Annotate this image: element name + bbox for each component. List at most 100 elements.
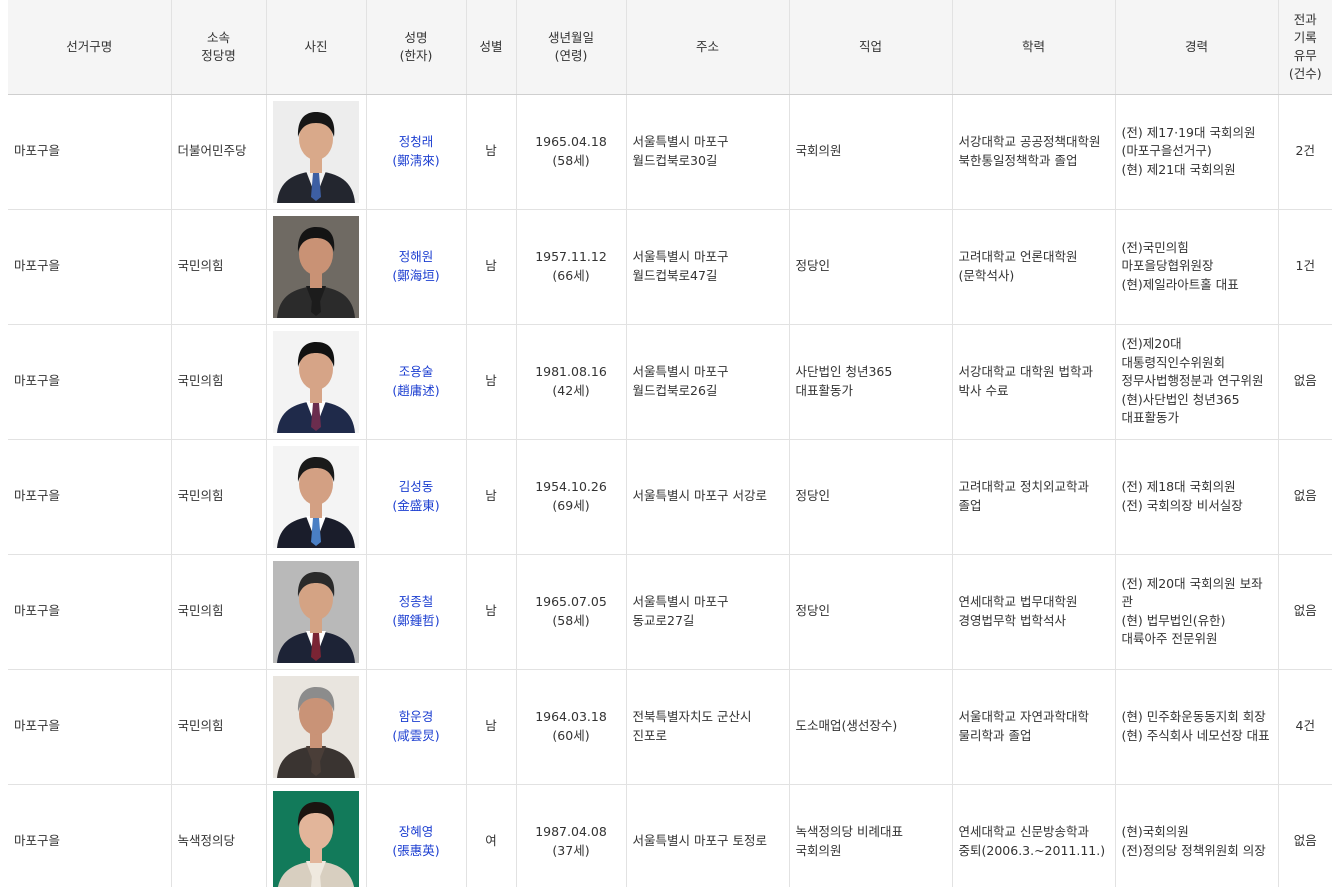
table-row: 마포구을 국민의힘 함운경 (咸雲炅) 남 1964.03.18 (60세) 전…: [8, 669, 1332, 785]
gender-cell: 남: [466, 554, 517, 670]
name-cell: 정청래 (鄭淸來): [366, 94, 467, 210]
career-cell: (현)국회의원 (전)정의당 정책위원회 의장: [1115, 784, 1279, 887]
header-education: 학력: [952, 0, 1116, 95]
party-cell: 더불어민주당: [171, 94, 267, 210]
gender-cell: 남: [466, 209, 517, 325]
table-row: 마포구을 국민의힘 김성동 (金盛東) 남 1954.10.26 (69세) 서…: [8, 439, 1332, 555]
candidate-photo: [272, 445, 359, 548]
photo-cell: [266, 554, 367, 670]
age: (66세): [552, 267, 590, 283]
name-cell: 김성동 (金盛東): [366, 439, 467, 555]
job-cell: 정당인: [789, 554, 953, 670]
record-cell: 없음: [1278, 324, 1332, 440]
district-cell: 마포구을: [8, 209, 172, 325]
career-cell: (전) 제20대 국회의원 보좌관 (현) 법무법인(유한) 대륙아주 전문위원: [1115, 554, 1279, 670]
career-cell: (전) 제17·19대 국회의원 (마포구을선거구) (현) 제21대 국회의원: [1115, 94, 1279, 210]
age: (37세): [552, 842, 590, 858]
birth-cell: 1964.03.18 (60세): [516, 669, 627, 785]
job-cell: 정당인: [789, 439, 953, 555]
record-cell: 1건: [1278, 209, 1332, 325]
education-cell: 서강대학교 공공정책대학원 북한통일정책학과 졸업: [952, 94, 1116, 210]
candidate-name-link[interactable]: 정해원: [373, 248, 460, 267]
district-cell: 마포구을: [8, 784, 172, 887]
job-cell: 녹색정의당 비례대표 국회의원: [789, 784, 953, 887]
candidate-name-link[interactable]: 김성동: [373, 478, 460, 497]
age: (69세): [552, 497, 590, 513]
candidate-photo: [272, 790, 359, 887]
portrait-image: [272, 330, 359, 433]
district-cell: 마포구을: [8, 94, 172, 210]
candidate-name-link[interactable]: 조용술: [373, 363, 460, 382]
record-cell: 2건: [1278, 94, 1332, 210]
birth-date: 1964.03.18: [535, 709, 607, 724]
gender-cell: 여: [466, 784, 517, 887]
party-cell: 국민의힘: [171, 669, 267, 785]
birth-cell: 1981.08.16 (42세): [516, 324, 627, 440]
table-row: 마포구을 녹색정의당 장혜영 (張惠英) 여 1987.04.08 (37세) …: [8, 784, 1332, 887]
party-cell: 국민의힘: [171, 554, 267, 670]
birth-date: 1987.04.08: [535, 824, 607, 839]
job-cell: 정당인: [789, 209, 953, 325]
education-cell: 서강대학교 대학원 법학과 박사 수료: [952, 324, 1116, 440]
age: (60세): [552, 727, 590, 743]
career-cell: (전) 제18대 국회의원 (전) 국회의장 비서실장: [1115, 439, 1279, 555]
birth-cell: 1965.07.05 (58세): [516, 554, 627, 670]
name-cell: 함운경 (咸雲炅): [366, 669, 467, 785]
name-cell: 정해원 (鄭海垣): [366, 209, 467, 325]
candidate-table: 선거구명 소속 정당명 사진 성명 (한자) 성별 생년월일 (연령) 주소 직…: [8, 0, 1332, 887]
birth-cell: 1987.04.08 (37세): [516, 784, 627, 887]
birth-date: 1965.04.18: [535, 134, 607, 149]
gender-cell: 남: [466, 669, 517, 785]
table-row: 마포구을 국민의힘 정해원 (鄭海垣) 남 1957.11.12 (66세) 서…: [8, 209, 1332, 325]
header-district: 선거구명: [8, 0, 172, 95]
age: (42세): [552, 382, 590, 398]
candidate-photo: [272, 675, 359, 778]
job-cell: 국회의원: [789, 94, 953, 210]
district-cell: 마포구을: [8, 669, 172, 785]
age: (58세): [552, 612, 590, 628]
record-cell: 4건: [1278, 669, 1332, 785]
candidate-name-link[interactable]: 함운경: [373, 708, 460, 727]
birth-cell: 1965.04.18 (58세): [516, 94, 627, 210]
candidate-hanja: (鄭海垣): [392, 267, 440, 283]
photo-cell: [266, 94, 367, 210]
birth-cell: 1954.10.26 (69세): [516, 439, 627, 555]
header-name: 성명 (한자): [366, 0, 467, 95]
candidate-name-link[interactable]: 장혜영: [373, 823, 460, 842]
address-cell: 서울특별시 마포구 월드컵북로30길: [626, 94, 790, 210]
birth-date: 1954.10.26: [535, 479, 607, 494]
gender-cell: 남: [466, 324, 517, 440]
candidate-photo: [272, 215, 359, 318]
address-cell: 서울특별시 마포구 월드컵북로47길: [626, 209, 790, 325]
district-cell: 마포구을: [8, 554, 172, 670]
candidate-photo: [272, 100, 359, 203]
career-cell: (전)국민의힘 마포을당협위원장 (현)제일라아트홀 대표: [1115, 209, 1279, 325]
candidate-name-link[interactable]: 정종철: [373, 593, 460, 612]
portrait-image: [272, 675, 359, 778]
job-cell: 사단법인 청년365 대표활동가: [789, 324, 953, 440]
address-cell: 전북특별자치도 군산시 진포로: [626, 669, 790, 785]
name-cell: 장혜영 (張惠英): [366, 784, 467, 887]
birth-cell: 1957.11.12 (66세): [516, 209, 627, 325]
education-cell: 연세대학교 신문방송학과 중퇴(2006.3.~2011.11.): [952, 784, 1116, 887]
candidate-hanja: (張惠英): [392, 842, 440, 858]
table-body: 마포구을 더불어민주당 정청래 (鄭淸來) 남 1965.04.18 (58세)…: [8, 94, 1332, 887]
job-cell: 도소매업(생선장수): [789, 669, 953, 785]
portrait-image: [272, 790, 359, 887]
birth-date: 1957.11.12: [535, 249, 607, 264]
party-cell: 국민의힘: [171, 209, 267, 325]
education-cell: 연세대학교 법무대학원 경영법무학 법학석사: [952, 554, 1116, 670]
portrait-image: [272, 445, 359, 548]
record-cell: 없음: [1278, 784, 1332, 887]
party-cell: 녹색정의당: [171, 784, 267, 887]
record-cell: 없음: [1278, 439, 1332, 555]
name-cell: 조용술 (趙庸述): [366, 324, 467, 440]
candidate-hanja: (趙庸述): [392, 382, 440, 398]
candidate-name-link[interactable]: 정청래: [373, 133, 460, 152]
district-cell: 마포구을: [8, 439, 172, 555]
district-cell: 마포구을: [8, 324, 172, 440]
table-row: 마포구을 더불어민주당 정청래 (鄭淸來) 남 1965.04.18 (58세)…: [8, 94, 1332, 210]
address-cell: 서울특별시 마포구 서강로: [626, 439, 790, 555]
candidate-hanja: (鄭鍾哲): [392, 612, 440, 628]
age: (58세): [552, 152, 590, 168]
